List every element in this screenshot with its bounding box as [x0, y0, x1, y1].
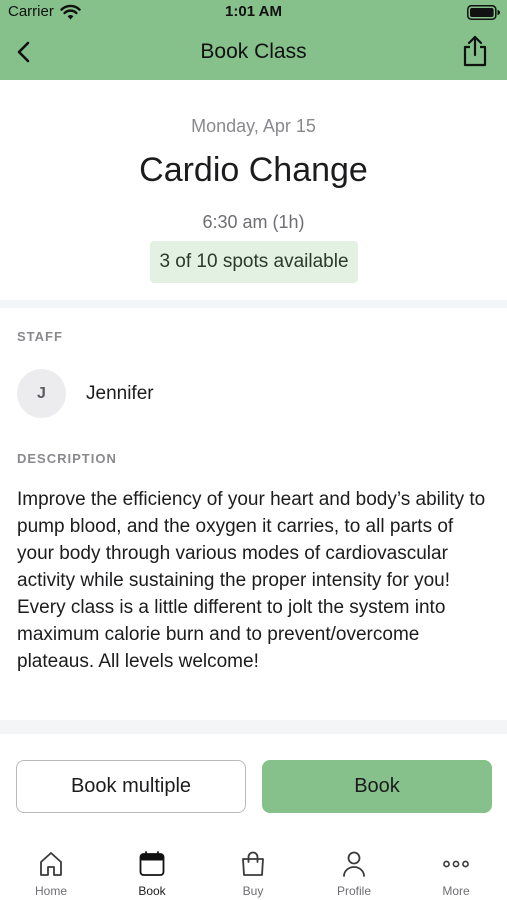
shopping-bag-icon [242, 851, 264, 876]
nav-bar: Book Class [0, 24, 507, 80]
class-summary: Monday, Apr 15 Cardio Change 6:30 am (1h… [0, 80, 507, 303]
class-title: Cardio Change [139, 151, 368, 189]
home-icon [40, 852, 62, 876]
staff-name: Jennifer [86, 383, 154, 404]
class-time: 6:30 am (1h) [202, 212, 305, 232]
staff-section-label: STAFF [17, 329, 63, 344]
tab-label: Book [138, 884, 166, 898]
tab-label: More [442, 884, 470, 898]
book-button[interactable]: Book [262, 760, 492, 813]
book-multiple-button[interactable]: Book multiple [16, 760, 246, 813]
tab-label: Home [34, 884, 67, 898]
description-section-label: DESCRIPTION [17, 451, 117, 466]
spots-available-badge: 3 of 10 spots available [150, 241, 358, 283]
tab-label: Buy [242, 884, 264, 898]
class-date: Monday, Apr 15 [191, 116, 316, 136]
class-description: Improve the efficiency of your heart and… [17, 489, 486, 672]
tab-buy[interactable]: Buy [213, 838, 293, 900]
header: Carrier 1:01 AM Book Class [0, 0, 507, 80]
staff-avatar: J [17, 369, 66, 418]
calendar-icon [139, 851, 165, 876]
person-icon [343, 851, 365, 877]
footer-divider [0, 720, 507, 734]
clock: 1:01 AM [225, 3, 282, 20]
tab-profile[interactable]: Profile [314, 838, 394, 900]
status-bar: Carrier 1:01 AM [0, 0, 507, 24]
section-divider [0, 300, 507, 308]
tab-more[interactable]: More [416, 838, 496, 900]
tab-label: Profile [336, 884, 371, 898]
tab-home[interactable]: Home [11, 838, 91, 900]
book-class-screen: Carrier 1:01 AM Book Class Monday, Apr 1… [0, 0, 507, 900]
share-button[interactable] [457, 32, 493, 70]
tab-book[interactable]: Book [112, 838, 192, 900]
share-icon [463, 35, 487, 67]
page-title: Book Class [200, 40, 307, 63]
battery-icon [467, 5, 500, 20]
tab-bar: Home Book Buy Profile More [0, 838, 507, 900]
more-dots-icon [443, 860, 469, 868]
